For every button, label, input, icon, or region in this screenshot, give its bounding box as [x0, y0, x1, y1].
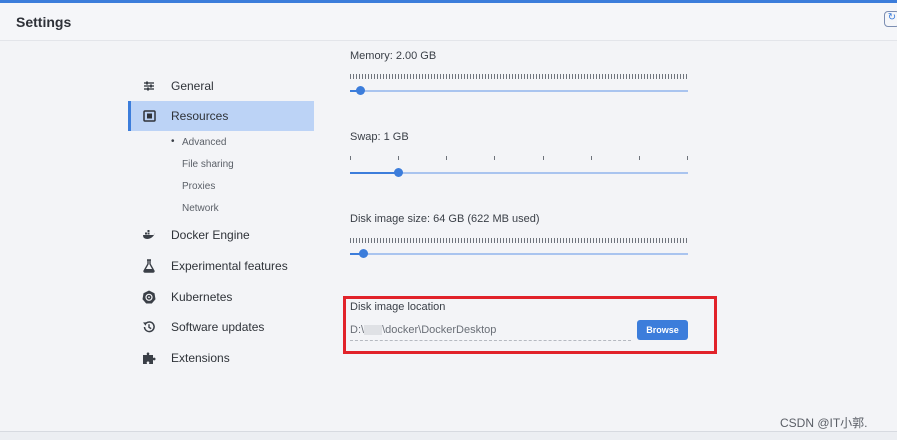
sidebar-item-label: General	[171, 79, 214, 93]
sidebar-subitem-proxies[interactable]: Proxies	[171, 181, 215, 192]
sliders-icon	[141, 78, 157, 94]
swap-slider-tick	[350, 156, 351, 160]
swap-slider-tick	[543, 156, 544, 160]
page-title: Settings	[16, 14, 72, 30]
swap-slider-tick	[591, 156, 592, 160]
disk-location-prefix: D:\	[350, 324, 365, 336]
sidebar-item-experimental-features[interactable]: Experimental features	[128, 251, 314, 281]
sidebar-item-label: Extensions	[171, 351, 230, 365]
kubernetes-icon	[141, 289, 157, 305]
sidebar-item-label: Software updates	[171, 320, 265, 334]
sidebar-item-label: Docker Engine	[171, 228, 250, 242]
sidebar-item-general[interactable]: General	[128, 71, 314, 101]
swap-slider-thumb[interactable]	[393, 168, 403, 177]
sidebar-item-kubernetes[interactable]: Kubernetes	[128, 282, 314, 312]
memory-label: Memory: 2.00 GB	[350, 50, 437, 62]
swap-slider-tick	[687, 156, 688, 160]
sidebar-item-label: Experimental features	[171, 259, 288, 273]
sidebar-subitem-network[interactable]: Network	[171, 203, 219, 214]
memory-slider-thumb[interactable]	[355, 86, 365, 95]
whale-icon	[141, 227, 157, 243]
swap-label: Swap: 1 GB	[350, 131, 409, 143]
sidebar-subitem-advanced[interactable]: Advanced	[171, 136, 226, 148]
watermark: CSDN @IT小郭.	[780, 416, 868, 430]
history-icon	[141, 319, 157, 335]
flask-icon	[141, 258, 157, 274]
redacted-folder	[364, 325, 383, 336]
swap-slider-tick	[639, 156, 640, 160]
swap-slider-tick	[446, 156, 447, 160]
swap-slider-tick	[398, 156, 399, 160]
sidebar-item-label: Resources	[171, 109, 229, 123]
disk-size-slider-track[interactable]	[350, 253, 688, 255]
sidebar-item-extensions[interactable]: Extensions	[128, 343, 314, 373]
disk-size-slider-thumb[interactable]	[359, 249, 369, 258]
sidebar-subitem-file-sharing[interactable]: File sharing	[171, 159, 234, 170]
browse-button[interactable]: Browse	[637, 320, 688, 340]
disk-size-label: Disk image size: 64 GB (622 MB used)	[350, 213, 540, 225]
disk-location-underline	[350, 340, 631, 341]
disk-location-suffix: \docker\DockerDesktop	[382, 324, 497, 336]
settings-header: Settings ↻	[0, 3, 897, 41]
resources-icon	[141, 108, 157, 124]
sidebar-item-resources[interactable]: Resources	[128, 101, 314, 131]
memory-slider-ticks	[350, 74, 688, 79]
sidebar-item-docker-engine[interactable]: Docker Engine	[128, 220, 314, 250]
sidebar-item-label: Kubernetes	[171, 290, 233, 304]
memory-slider-track[interactable]	[350, 90, 688, 92]
disk-location-label: Disk image location	[350, 301, 446, 313]
sidebar-item-software-updates[interactable]: Software updates	[128, 312, 314, 342]
swap-slider-tick	[494, 156, 495, 160]
disk-size-slider-ticks	[350, 238, 688, 243]
disk-location-input[interactable]: D:\ \docker\DockerDesktop	[350, 324, 496, 336]
puzzle-icon	[141, 350, 157, 366]
swap-slider-fill	[350, 172, 399, 174]
header-action-icon[interactable]: ↻	[884, 11, 897, 27]
